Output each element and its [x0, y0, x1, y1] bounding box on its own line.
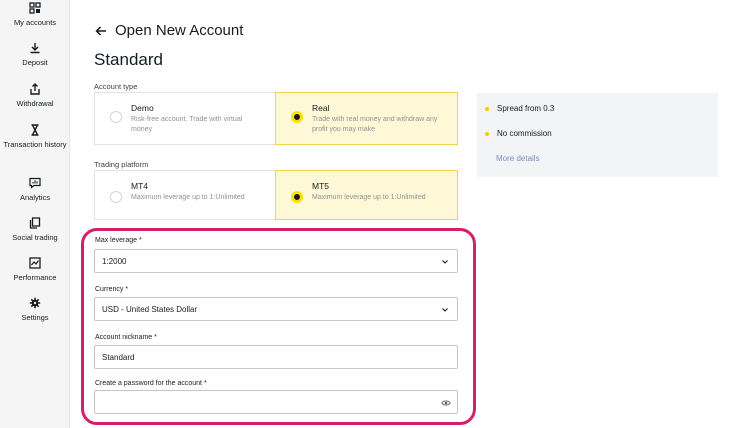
bullet-icon — [485, 106, 489, 111]
page-title: Open New Account — [115, 22, 244, 39]
sidebar-item-label: Performance — [13, 273, 57, 282]
max-leverage-label: Max leverage * — [95, 237, 142, 244]
sidebar-item-deposit[interactable]: Deposit — [0, 42, 70, 68]
radio-unchecked[interactable] — [110, 111, 122, 123]
account-info-panel: Spread from 0.3 No commission More detai… — [477, 93, 718, 177]
sidebar-item-label: Analytics — [19, 193, 50, 202]
currency-select[interactable]: USD - United States Dollar — [94, 297, 458, 321]
eye-icon[interactable] — [441, 398, 451, 408]
sidebar-item-label: Transaction history — [3, 140, 67, 149]
sidebar-item-my-accounts[interactable]: My accounts — [0, 2, 70, 28]
sidebar-item-settings[interactable]: Settings — [0, 297, 70, 323]
account-type-real-option[interactable]: Real Trade with real money and withdraw … — [275, 92, 458, 145]
account-type-label: Account type — [94, 82, 138, 91]
copy-icon — [29, 217, 41, 229]
download-icon — [30, 43, 40, 54]
account-nickname-label: Account nickname * — [95, 334, 157, 341]
info-item: Spread from 0.3 — [485, 104, 554, 113]
more-details-link[interactable]: More details — [496, 154, 540, 163]
sidebar-item-label: My accounts — [13, 18, 57, 27]
max-leverage-value: 1:2000 — [102, 257, 127, 266]
bullet-icon — [485, 131, 489, 136]
grid-icon — [29, 2, 41, 14]
trading-platform-label: Trading platform — [94, 160, 149, 169]
option-title: MT4 — [131, 181, 148, 191]
chevron-down-icon — [442, 308, 448, 312]
option-title: MT5 — [312, 181, 329, 191]
option-description: Trade with real money and withdraw any p… — [312, 116, 438, 133]
currency-label: Currency * — [95, 286, 129, 293]
radio-checked[interactable] — [291, 111, 303, 123]
sidebar-item-transaction-history[interactable]: Transaction history — [0, 124, 70, 150]
currency-value: USD - United States Dollar — [102, 305, 198, 314]
account-type-demo-option[interactable]: Demo Risk-free account. Trade with virtu… — [94, 92, 276, 145]
option-description: Maximum leverage up to 1:Unlimited — [312, 194, 426, 201]
plan-title: Standard — [94, 50, 163, 69]
sidebar-item-label: Withdrawal — [16, 99, 54, 108]
sidebar-item-label: Deposit — [22, 58, 48, 67]
performance-chart-icon — [29, 257, 41, 269]
option-title: Real — [312, 103, 330, 113]
sidebar-item-performance[interactable]: Performance — [0, 257, 70, 283]
password-label: Create a password for the account * — [95, 380, 207, 387]
gear-icon — [29, 297, 41, 309]
chat-chart-icon — [29, 177, 41, 189]
max-leverage-select[interactable]: 1:2000 — [94, 249, 458, 273]
platform-mt5-option[interactable]: MT5 Maximum leverage up to 1:Unlimited — [275, 170, 458, 220]
hourglass-icon — [31, 124, 39, 136]
option-description: Risk-free account. Trade with virtual mo… — [131, 116, 243, 133]
sidebar-item-label: Social trading — [12, 233, 58, 242]
back-arrow-icon[interactable] — [94, 24, 108, 38]
option-description: Maximum leverage up to 1:Unlimited — [131, 194, 245, 201]
sidebar-item-analytics[interactable]: Analytics — [0, 177, 70, 203]
radio-unchecked[interactable] — [110, 191, 122, 203]
chevron-down-icon — [442, 260, 448, 264]
sidebar-item-withdrawal[interactable]: Withdrawal — [0, 83, 70, 109]
info-item-text: No commission — [497, 129, 552, 138]
sidebar-item-label: Settings — [21, 313, 49, 322]
sidebar-item-social-trading[interactable]: Social trading — [0, 217, 70, 243]
info-item: No commission — [485, 129, 552, 138]
account-nickname-value: Standard — [102, 353, 135, 362]
password-input[interactable] — [94, 390, 458, 414]
page-header: Open New Account — [94, 22, 243, 39]
radio-checked[interactable] — [291, 191, 303, 203]
option-title: Demo — [131, 103, 154, 113]
info-item-text: Spread from 0.3 — [497, 104, 555, 113]
sidebar: My accounts Deposit Withdrawal Transacti… — [0, 0, 70, 428]
upload-icon — [30, 83, 40, 95]
account-nickname-input[interactable]: Standard — [94, 345, 458, 369]
platform-mt4-option[interactable]: MT4 Maximum leverage up to 1:Unlimited — [94, 170, 276, 220]
